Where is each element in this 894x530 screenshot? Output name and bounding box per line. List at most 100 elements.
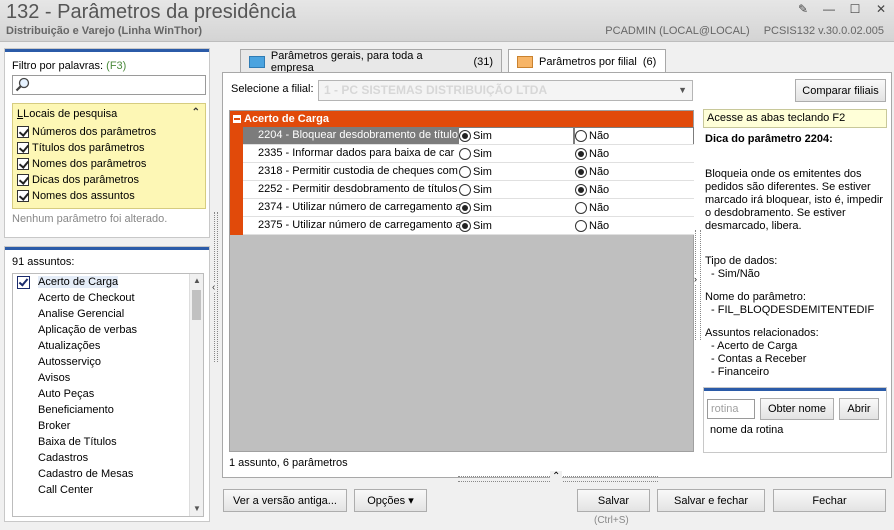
maximize-button[interactable]: ☐ (848, 2, 862, 16)
chevron-right-icon[interactable]: › (694, 274, 697, 284)
option-param-names[interactable]: Nomes dos parâmetros (17, 156, 146, 172)
radio-yes[interactable]: Sim (459, 182, 492, 198)
radio-no[interactable]: Não (575, 218, 609, 234)
radio-yes[interactable]: Sim (459, 146, 492, 162)
bottom-splitter[interactable]: ⌃ (458, 471, 658, 482)
option-param-numbers[interactable]: Números dos parâmetros (17, 124, 156, 140)
radio-no[interactable]: Não (575, 182, 609, 198)
table-row[interactable]: 2335 - Informar dados para baixa de car … (243, 145, 694, 163)
list-item[interactable]: Baixa de Títulos (13, 434, 203, 450)
list-item[interactable]: Aplicação de verbas (13, 322, 203, 338)
tip-param-name: Nome do parâmetro: - FIL_BLOQDESDEMITENT… (705, 291, 875, 316)
radio-no[interactable]: Não (575, 164, 609, 180)
list-item[interactable]: Auto Peças (13, 386, 203, 402)
checkbox-icon[interactable] (17, 142, 29, 154)
checkbox-icon[interactable] (17, 158, 29, 170)
radio-on-icon[interactable] (459, 130, 471, 142)
left-panel-splitter[interactable]: ‹ (211, 212, 221, 362)
list-item[interactable]: Autosserviço (13, 354, 203, 370)
radio-yes[interactable]: Sim (459, 200, 492, 216)
group-header[interactable]: Acerto de Carga (230, 111, 693, 127)
scroll-down-icon[interactable]: ▼ (190, 502, 203, 516)
subjects-panel: 91 assuntos: Acerto de Carga Acerto de C… (4, 246, 210, 522)
edit-icon[interactable]: ✎ (796, 2, 810, 16)
table-row[interactable]: 2375 - Utilizar número de carregamento a… (243, 217, 694, 235)
user-info: PCADMIN (LOCAL@LOCAL) (605, 25, 750, 37)
open-button[interactable]: Abrir (839, 398, 879, 420)
table-row[interactable]: 2204 - Bloquear desdobramento de título … (243, 127, 694, 145)
list-item[interactable]: Avisos (13, 370, 203, 386)
radio-no[interactable]: Não (575, 146, 609, 162)
list-item[interactable]: Call Center (13, 482, 203, 498)
subjects-scrollbar[interactable]: ▲ ▼ (189, 274, 203, 516)
checkbox-icon[interactable] (17, 190, 29, 202)
list-item[interactable]: Analise Gerencial (13, 306, 203, 322)
save-shortcut: (Ctrl+S) (594, 515, 629, 526)
close-window-button[interactable]: ✕ (874, 2, 888, 16)
old-version-button[interactable]: Ver a versão antiga... (223, 489, 347, 512)
routine-input[interactable]: rotina (707, 399, 755, 419)
version-info: PCSIS132 v.30.0.02.005 (763, 25, 884, 37)
chevron-left-icon[interactable]: ‹ (212, 282, 216, 293)
summary-count: 1 assunto, 6 parâmetros (229, 457, 348, 469)
close-button[interactable]: Fechar (773, 489, 886, 512)
tab-general-params[interactable]: Parâmetros gerais, para toda a empresa (… (240, 49, 502, 74)
list-item[interactable]: Acerto de Carga (13, 274, 203, 290)
list-item[interactable]: Cadastros (13, 450, 203, 466)
checkbox-icon[interactable] (17, 126, 29, 138)
subjects-list[interactable]: Acerto de Carga Acerto de Checkout Anali… (12, 273, 204, 517)
tip-type: Tipo de dados: - Sim/Não (705, 255, 778, 280)
window-controls: ✎ — ☐ ✕ (796, 2, 888, 16)
search-icon (15, 77, 30, 92)
window-title: 132 - Parâmetros da presidência (6, 1, 297, 23)
list-item[interactable]: Cadastro de Mesas (13, 466, 203, 482)
chevron-up-icon[interactable]: ⌃ (550, 471, 563, 482)
list-item[interactable]: Atualizações (13, 338, 203, 354)
branch-select[interactable]: 1 - PC SISTEMAS DISTRIBUIÇÃO LTDA ▼ (318, 80, 693, 101)
tip-panel-splitter[interactable]: › (694, 230, 701, 340)
table-row[interactable]: 2374 - Utilizar número de carregamento a… (243, 199, 694, 217)
filter-panel: Filtro por palavras: (F3) LLocais de pes… (4, 48, 210, 238)
change-status: Nenhum parâmetro foi alterado. (12, 213, 168, 225)
filter-label: Filtro por palavras: (F3) (12, 60, 127, 72)
save-close-button[interactable]: Salvar e fechar (657, 489, 765, 512)
tab-branch-params[interactable]: Parâmetros por filial (6) (508, 49, 666, 74)
option-param-tips[interactable]: Dicas dos parâmetros (17, 172, 139, 188)
window-subtitle: Distribuição e Varejo (Linha WinThor) (6, 25, 203, 37)
chevron-down-icon[interactable]: ▼ (678, 81, 687, 100)
param-tip-panel: Dica do parâmetro 2204: Bloqueia onde os… (703, 131, 887, 383)
checkbox-icon[interactable] (17, 174, 29, 186)
compare-branches-button[interactable]: Comparar filiais (795, 79, 886, 102)
radio-no[interactable]: Não (575, 128, 693, 144)
option-subject-names[interactable]: Nomes dos assuntos (17, 188, 135, 204)
table-row[interactable]: 2318 - Permitir custodia de cheques com … (243, 163, 694, 181)
radio-yes[interactable]: Sim (459, 128, 573, 144)
collapse-up-icon[interactable]: ⌃ (192, 107, 200, 118)
routine-name: nome da rotina (710, 424, 784, 436)
list-item[interactable]: Acerto de Checkout (13, 290, 203, 306)
dropdown-arrow-icon: ▾ (408, 495, 414, 507)
tab-hint: Acesse as abas teclando F2 (703, 109, 887, 128)
options-button[interactable]: Opções ▾ (354, 489, 427, 512)
scroll-up-icon[interactable]: ▲ (190, 274, 203, 288)
search-locations-title: LLocais de pesquisa (17, 108, 118, 120)
scroll-thumb[interactable] (192, 290, 201, 320)
tip-description: Bloqueia onde os emitentes dos pedidos s… (705, 168, 883, 232)
save-button[interactable]: Salvar (577, 489, 650, 512)
parameters-grid: Acerto de Carga 2204 - Bloquear desdobra… (229, 110, 694, 452)
search-input[interactable] (12, 75, 206, 95)
list-item[interactable]: Beneficiamento (13, 402, 203, 418)
radio-off-icon[interactable] (575, 130, 587, 142)
branch-label: Selecione a filial: (231, 83, 314, 95)
get-name-button[interactable]: Obter nome (760, 398, 834, 420)
minimize-button[interactable]: — (822, 2, 836, 16)
option-param-titles[interactable]: Títulos dos parâmetros (17, 140, 145, 156)
subjects-count: 91 assuntos: (12, 256, 75, 268)
table-row[interactable]: 2252 - Permitir desdobramento de títulos… (243, 181, 694, 199)
title-bar: 132 - Parâmetros da presidência Distribu… (0, 0, 894, 42)
radio-yes[interactable]: Sim (459, 164, 492, 180)
list-item[interactable]: Broker (13, 418, 203, 434)
radio-yes[interactable]: Sim (459, 218, 492, 234)
collapse-group-icon[interactable] (233, 115, 241, 123)
radio-no[interactable]: Não (575, 200, 609, 216)
